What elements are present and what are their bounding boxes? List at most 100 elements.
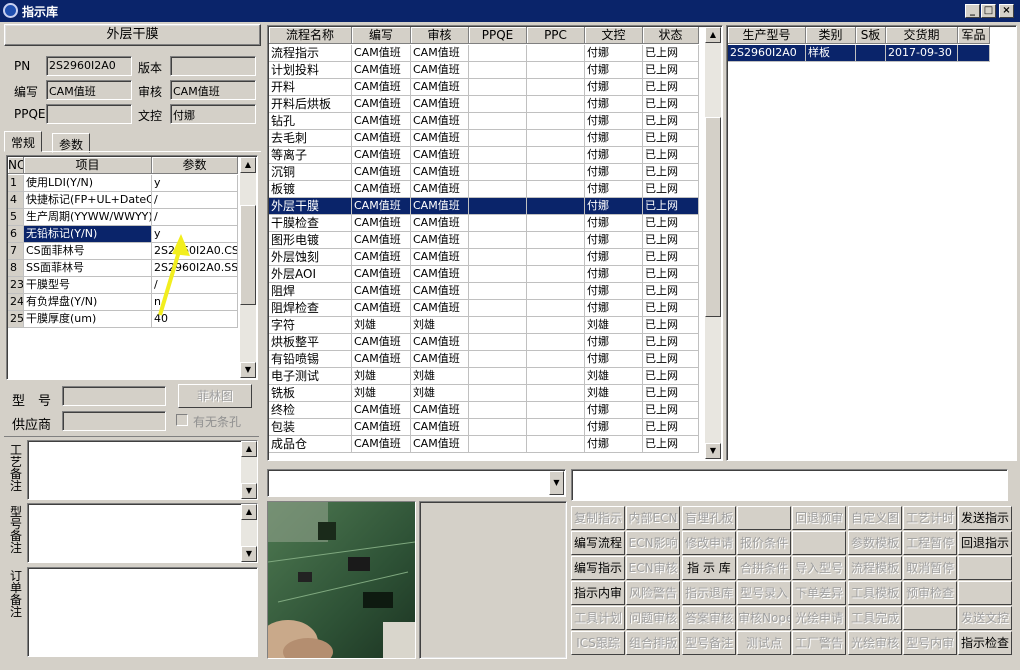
flow-cell[interactable] <box>469 45 527 62</box>
flow-cell[interactable]: 等离子 <box>269 147 352 164</box>
flow-cell[interactable]: CAM值班 <box>352 436 411 453</box>
flow-cell[interactable] <box>469 96 527 113</box>
flow-cell[interactable]: 已上网 <box>643 402 699 419</box>
param-row-number[interactable]: 24 <box>8 294 24 311</box>
flow-cell[interactable]: 刘雄 <box>352 368 411 385</box>
flow-cell[interactable]: CAM值班 <box>352 232 411 249</box>
flow-grid[interactable]: 流程名称 编写 审核 PPQE PPC 文控 状态 流程指示 CAM值班 CAM值班 付娜 已上网 计划… <box>267 25 723 461</box>
flow-cell[interactable]: 已上网 <box>643 317 699 334</box>
flow-header-2[interactable]: 审核 <box>411 27 469 44</box>
flow-cell[interactable]: 已上网 <box>643 436 699 453</box>
flow-cell[interactable]: 刘雄 <box>411 385 469 402</box>
flow-cell[interactable]: 阻焊检查 <box>269 300 352 317</box>
flow-cell[interactable]: CAM值班 <box>352 215 411 232</box>
pn-field[interactable]: 2S2960I2A0 <box>46 56 132 76</box>
flow-cell[interactable]: 已上网 <box>643 385 699 402</box>
model-note-field[interactable]: ▲ ▼ <box>27 503 258 563</box>
flow-cell[interactable]: CAM值班 <box>411 215 469 232</box>
param-row-number[interactable]: 23 <box>8 277 24 294</box>
flow-cell[interactable] <box>469 385 527 402</box>
flow-cell[interactable]: 付娜 <box>585 419 643 436</box>
flow-cell[interactable]: 已上网 <box>643 147 699 164</box>
flow-cell[interactable]: CAM值班 <box>411 181 469 198</box>
flow-cell[interactable] <box>469 79 527 96</box>
flow-cell[interactable] <box>469 317 527 334</box>
flow-cell[interactable]: 干膜检查 <box>269 215 352 232</box>
flow-cell[interactable]: 已上网 <box>643 351 699 368</box>
order-cell[interactable]: 样板 <box>806 45 856 62</box>
flow-cell[interactable]: 外层AOI <box>269 266 352 283</box>
flow-cell[interactable] <box>527 351 585 368</box>
flow-cell[interactable] <box>469 232 527 249</box>
flow-cell[interactable]: CAM值班 <box>352 334 411 351</box>
param-row-number[interactable]: 8 <box>8 260 24 277</box>
flow-cell[interactable]: 付娜 <box>585 266 643 283</box>
flow-cell[interactable]: 已上网 <box>643 334 699 351</box>
flow-cell[interactable]: CAM值班 <box>411 351 469 368</box>
message-field[interactable] <box>571 469 1008 501</box>
flow-cell[interactable]: 付娜 <box>585 334 643 351</box>
flow-cell[interactable]: CAM值班 <box>352 113 411 130</box>
action-button[interactable]: 复制指示 <box>571 506 625 530</box>
action-button[interactable] <box>737 506 791 530</box>
order-cell[interactable] <box>856 45 886 62</box>
audit-field[interactable]: CAM值班 <box>170 80 256 100</box>
action-button[interactable]: 工具模板 <box>848 581 902 605</box>
flow-cell[interactable]: 已上网 <box>643 79 699 96</box>
flow-cell[interactable]: 已上网 <box>643 249 699 266</box>
flow-cell[interactable]: 刘雄 <box>352 317 411 334</box>
flow-cell[interactable] <box>469 62 527 79</box>
tab-general[interactable]: 常规 <box>4 131 43 152</box>
action-button[interactable] <box>792 531 846 555</box>
param-header-1[interactable]: 项目 <box>24 157 152 174</box>
param-row-number[interactable]: 5 <box>8 209 24 226</box>
write-field[interactable]: CAM值班 <box>46 80 132 100</box>
flow-cell[interactable]: CAM值班 <box>411 419 469 436</box>
flow-cell[interactable]: 已上网 <box>643 368 699 385</box>
action-button[interactable]: 工具完成 <box>848 606 902 630</box>
scroll-up-icon[interactable]: ▲ <box>240 157 256 173</box>
flow-cell[interactable]: 付娜 <box>585 79 643 96</box>
order-note-field[interactable] <box>27 567 258 657</box>
action-button[interactable]: 盲埋孔板 <box>682 506 736 530</box>
action-button[interactable]: 光绘申请 <box>792 606 846 630</box>
flow-cell[interactable] <box>469 283 527 300</box>
flow-header-6[interactable]: 状态 <box>643 27 699 44</box>
action-button[interactable]: 指 示 库 <box>682 556 736 580</box>
flow-cell[interactable]: 付娜 <box>585 215 643 232</box>
action-button[interactable]: 风险警告 <box>626 581 680 605</box>
param-item-cell[interactable]: 生产周期(YYWW/WWYY) <box>24 209 152 226</box>
flow-cell[interactable] <box>469 436 527 453</box>
action-button[interactable]: 工具计划 <box>571 606 625 630</box>
flow-cell[interactable]: 刘雄 <box>411 317 469 334</box>
flow-cell[interactable]: 钻孔 <box>269 113 352 130</box>
order-grid[interactable]: 生产型号 类别 S板 交货期 军品 2S2960I2A0 样板 2017-09-30 <box>726 25 1017 461</box>
flow-cell[interactable]: 已上网 <box>643 232 699 249</box>
param-header-2[interactable]: 参数 <box>152 157 238 174</box>
action-button[interactable]: 回退预审 <box>792 506 846 530</box>
flow-cell[interactable] <box>527 249 585 266</box>
flow-cell[interactable]: CAM值班 <box>352 130 411 147</box>
flow-cell[interactable] <box>527 147 585 164</box>
flow-cell[interactable]: 包装 <box>269 419 352 436</box>
flow-cell[interactable]: CAM值班 <box>411 334 469 351</box>
flow-cell[interactable] <box>469 266 527 283</box>
param-item-cell[interactable]: SS面菲林号 <box>24 260 152 277</box>
flow-cell[interactable]: CAM值班 <box>352 62 411 79</box>
order-header-1[interactable]: 类别 <box>806 27 856 44</box>
param-item-cell[interactable]: 干膜厚度(um) <box>24 311 152 328</box>
flow-cell[interactable]: 已上网 <box>643 300 699 317</box>
flow-cell[interactable] <box>469 164 527 181</box>
action-button[interactable]: 取消暂停 <box>903 556 957 580</box>
param-header-0[interactable]: NO <box>8 157 24 174</box>
action-button[interactable]: 指示退库 <box>682 581 736 605</box>
action-button[interactable]: 测试点 <box>737 631 791 655</box>
flow-cell[interactable] <box>527 368 585 385</box>
flow-cell[interactable]: 已上网 <box>643 164 699 181</box>
flow-cell[interactable]: CAM值班 <box>352 402 411 419</box>
param-item-cell[interactable]: 无铅标记(Y/N) <box>24 226 152 243</box>
flow-cell[interactable]: CAM值班 <box>352 351 411 368</box>
action-button[interactable]: 报价条件 <box>737 531 791 555</box>
action-button[interactable]: 下单差异 <box>792 581 846 605</box>
param-item-cell[interactable]: 干膜型号 <box>24 277 152 294</box>
